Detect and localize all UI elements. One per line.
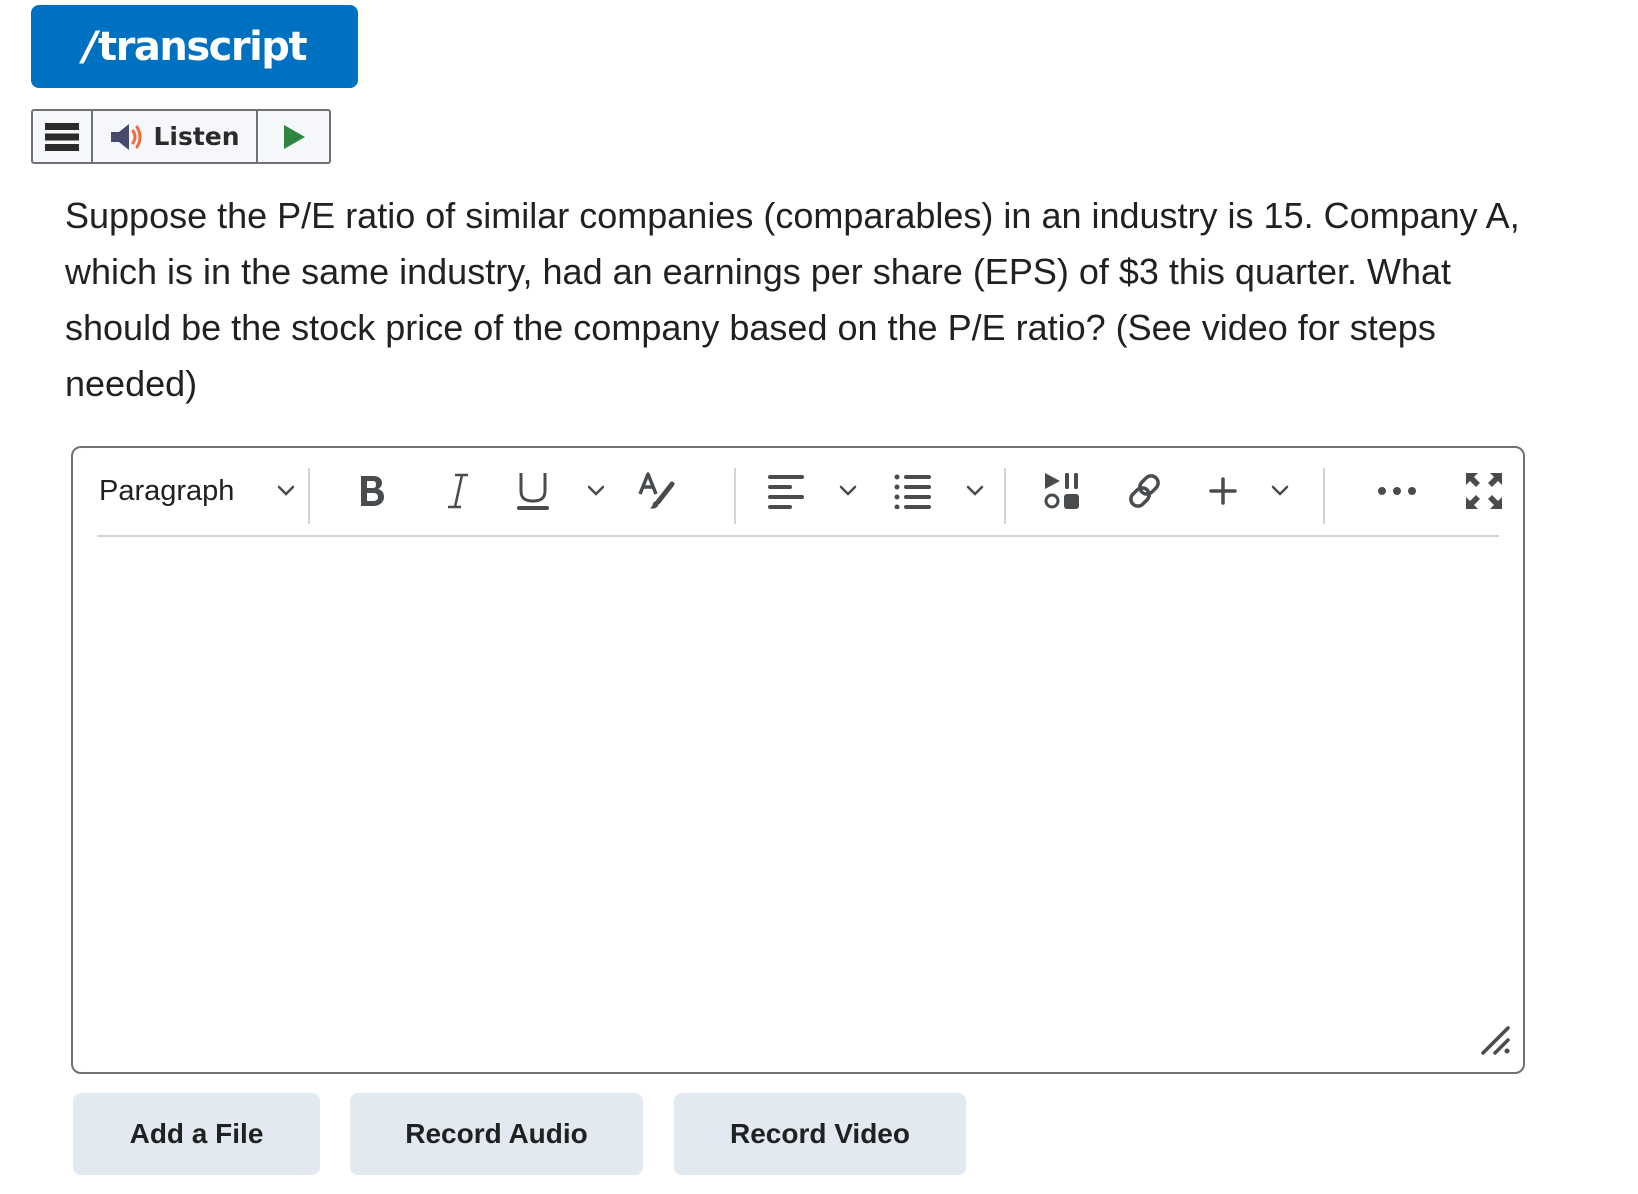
listen-button[interactable]: Listen (91, 111, 256, 162)
chevron-down-icon (277, 485, 295, 496)
align-button[interactable] (767, 466, 857, 516)
toolbar-divider (308, 468, 310, 524)
insert-media-button[interactable] (1037, 466, 1087, 516)
more-actions-button[interactable] (1367, 466, 1427, 516)
format-select-value: Paragraph (99, 474, 235, 507)
play-button[interactable] (256, 111, 329, 162)
hamburger-menu-icon (45, 122, 79, 151)
italic-button[interactable] (433, 466, 483, 516)
add-file-button[interactable]: Add a File (73, 1093, 320, 1175)
record-audio-label: Record Audio (405, 1118, 588, 1149)
chevron-down-icon (839, 485, 857, 496)
align-left-icon (768, 475, 804, 509)
underline-icon (517, 473, 549, 510)
underline-button[interactable] (515, 466, 605, 516)
transcript-logo-button[interactable]: / transcript (31, 5, 358, 88)
read-aloud-toolbar: Listen (31, 109, 331, 164)
plus-icon (1209, 477, 1237, 505)
chevron-down-icon (587, 485, 605, 496)
speaker-icon (111, 123, 142, 150)
resize-grip-icon (1481, 1026, 1510, 1055)
read-aloud-menu-button[interactable] (33, 111, 91, 162)
chevron-down-icon (1271, 485, 1289, 496)
listen-label: Listen (153, 122, 240, 151)
rich-text-editor: Paragraph (71, 446, 1525, 1074)
add-file-label: Add a File (129, 1118, 264, 1149)
chevron-down-icon (966, 485, 984, 496)
fullscreen-icon (1466, 473, 1502, 509)
editor-content-area[interactable] (73, 539, 1523, 1072)
insert-media-icon (1044, 473, 1079, 509)
bold-button[interactable] (347, 466, 397, 516)
italic-icon (448, 473, 468, 509)
toolbar-divider (734, 468, 736, 524)
format-select[interactable]: Paragraph (99, 466, 299, 516)
insert-link-button[interactable] (1121, 466, 1171, 516)
brand-name: transcript (98, 23, 308, 70)
text-color-button[interactable] (632, 466, 682, 516)
record-video-button[interactable]: Record Video (674, 1093, 966, 1175)
insert-stuff-button[interactable] (1209, 466, 1289, 516)
brand-slash: / (82, 23, 98, 70)
bold-icon (361, 476, 384, 506)
bullet-list-icon (894, 474, 931, 509)
text-color-icon (638, 472, 675, 509)
editor-toolbar: Paragraph (97, 448, 1502, 537)
toolbar-divider (1323, 468, 1325, 524)
list-button[interactable] (894, 466, 984, 516)
record-video-label: Record Video (730, 1118, 910, 1149)
fullscreen-button[interactable] (1461, 466, 1507, 516)
question-text: Suppose the P/E ratio of similar compani… (65, 195, 1520, 404)
record-audio-button[interactable]: Record Audio (350, 1093, 643, 1175)
more-icon (1378, 487, 1416, 495)
resize-handle[interactable] (1481, 1025, 1511, 1060)
link-icon (1129, 474, 1160, 508)
toolbar-divider (1004, 468, 1006, 524)
play-icon (283, 124, 305, 149)
